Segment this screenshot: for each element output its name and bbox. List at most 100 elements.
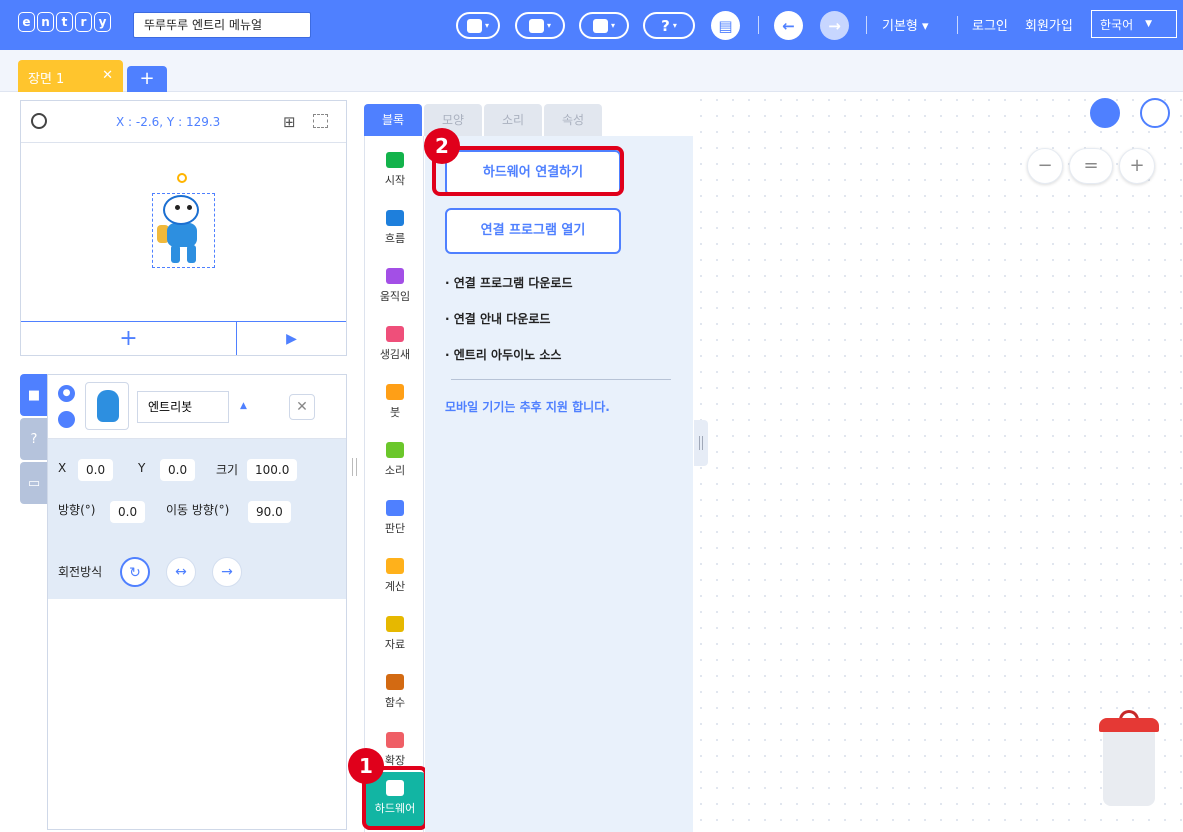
rotate-icon: ↻ <box>129 565 141 581</box>
category-sound[interactable]: 소리 <box>365 434 425 492</box>
visibility-icon[interactable]: ● <box>58 385 75 402</box>
save-button[interactable]: ▾ <box>579 12 629 39</box>
mode-select[interactable]: 기본형 ▾ <box>882 15 929 34</box>
arduino-source-link[interactable]: · 엔트리 아두이노 소스 <box>445 346 561 363</box>
add-object-button[interactable]: + <box>21 322 237 355</box>
play-button[interactable]: ▶ <box>237 322 346 355</box>
category-looks[interactable]: 생김새 <box>365 318 425 376</box>
comment-icon[interactable] <box>1090 98 1120 128</box>
x-input[interactable]: 0.0 <box>78 459 114 481</box>
sprite-part <box>163 195 199 225</box>
category-brush[interactable]: 붓 <box>365 376 425 434</box>
undo-button[interactable]: ← <box>774 11 803 40</box>
scene-tabs-bar: 장면 1 ✕ + <box>0 50 1183 92</box>
chevron-down-icon: ▾ <box>672 21 677 30</box>
project-title-input[interactable]: 뚜루뚜루 엔트리 메뉴얼 <box>133 12 311 38</box>
category-calc[interactable]: 계산 <box>365 550 425 608</box>
download-guide-link[interactable]: · 연결 안내 다운로드 <box>445 310 550 327</box>
new-project-button[interactable]: ▾ <box>515 12 565 39</box>
object-header: ● 엔트리봇 ▲ ✕ <box>48 375 346 439</box>
fullscreen-icon[interactable] <box>313 114 328 128</box>
divider <box>866 16 867 34</box>
rotate-free-button[interactable]: ↻ <box>120 557 150 587</box>
login-link[interactable]: 로그인 <box>972 15 1008 34</box>
object-icon: ■ <box>27 387 41 403</box>
category-function[interactable]: 함수 <box>365 666 425 724</box>
console-tab[interactable]: ▭ <box>20 462 48 504</box>
open-connection-program-button[interactable]: 연결 프로그램 열기 <box>445 208 621 254</box>
tab-blocks[interactable]: 블록 <box>364 104 422 136</box>
flag-icon <box>386 152 404 168</box>
y-input[interactable]: 0.0 <box>160 459 196 481</box>
object-thumbnail <box>85 382 129 430</box>
speed-icon[interactable] <box>31 113 47 129</box>
print-icon: ▤ <box>718 16 733 35</box>
console-icon: ▭ <box>27 475 41 491</box>
tab-properties[interactable]: 속성 <box>544 104 602 136</box>
divider <box>451 379 671 380</box>
add-scene-button[interactable]: + <box>127 66 167 92</box>
category-judgement[interactable]: 판단 <box>365 492 425 550</box>
sprite-part <box>187 205 192 210</box>
rotation-handle[interactable] <box>177 173 187 183</box>
scene-tab[interactable]: 장면 1 ✕ <box>18 60 123 92</box>
redo-button[interactable]: → <box>820 11 849 40</box>
horizontal-arrows-icon: ↔ <box>175 564 187 580</box>
speaker-icon <box>386 442 404 458</box>
close-icon[interactable]: ✕ <box>102 68 113 84</box>
size-input[interactable]: 100.0 <box>247 459 298 481</box>
lock-icon[interactable] <box>58 411 75 428</box>
block-menu-button[interactable]: ▾ <box>456 12 500 39</box>
divider <box>758 16 759 34</box>
entry-logo[interactable]: e n t r y <box>18 12 111 34</box>
block-tabs: 블록 모양 소리 속성 <box>364 104 602 136</box>
helper-tab[interactable]: ? <box>20 418 48 460</box>
entrybot-sprite[interactable] <box>157 195 209 265</box>
category-data[interactable]: 자료 <box>365 608 425 666</box>
trash-can-icon[interactable] <box>1095 710 1163 810</box>
category-motion[interactable]: 움직임 <box>365 260 425 318</box>
stage-panel: X : -2.6, Y : 129.3 ⊞ + ▶ <box>20 100 347 356</box>
chevron-down-icon: ▾ <box>484 21 489 30</box>
palette-resizer[interactable] <box>694 420 708 466</box>
category-start[interactable]: 시작 <box>365 144 425 202</box>
move-direction-label: 이동 방향(°) <box>166 503 230 517</box>
stage-canvas[interactable] <box>21 143 346 321</box>
signup-link[interactable]: 회원가입 <box>1025 15 1073 34</box>
object-panel: ● 엔트리봇 ▲ ✕ X 0.0 Y 0.0 크기 100.0 방향(°) 0.… <box>47 374 347 830</box>
rotate-horizontal-button[interactable]: ↔ <box>166 557 196 587</box>
expansion-icon <box>386 732 404 748</box>
print-button[interactable]: ▤ <box>711 11 740 40</box>
panel-resizer[interactable] <box>352 458 357 476</box>
language-select[interactable]: 한국어 ▼ <box>1091 10 1177 38</box>
object-tab[interactable]: ■ <box>20 374 48 416</box>
delete-object-button[interactable]: ✕ <box>289 394 315 420</box>
flow-icon <box>386 210 404 226</box>
category-label: 소리 <box>384 464 406 477</box>
collapse-icon[interactable]: ▲ <box>240 401 247 411</box>
zoom-out-button[interactable]: − <box>1027 148 1063 184</box>
block-icon <box>466 18 482 33</box>
logo-letter: e <box>18 12 35 32</box>
move-direction-input[interactable]: 90.0 <box>248 501 291 523</box>
logo-letter: t <box>56 12 73 32</box>
rotation-method-label: 회전방식 <box>58 565 103 579</box>
motion-icon <box>386 268 404 284</box>
mobile-support-note: 모바일 기기는 추후 지원 합니다. <box>445 400 610 414</box>
category-flow[interactable]: 흐름 <box>365 202 425 260</box>
zoom-reset-button[interactable]: = <box>1069 148 1113 184</box>
backpack-icon[interactable] <box>1140 98 1170 128</box>
help-button[interactable]: ? ▾ <box>643 12 695 39</box>
grid-icon[interactable]: ⊞ <box>283 113 296 131</box>
download-program-link[interactable]: · 연결 프로그램 다운로드 <box>445 274 573 291</box>
tab-sounds[interactable]: 소리 <box>484 104 542 136</box>
sprite-part <box>167 223 197 247</box>
rotate-none-button[interactable]: → <box>212 557 242 587</box>
object-name-input[interactable]: 엔트리봇 <box>137 391 229 423</box>
category-label: 흐름 <box>384 232 406 245</box>
undo-icon: ← <box>782 16 795 35</box>
direction-input[interactable]: 0.0 <box>110 501 146 523</box>
stage-controls: + ▶ <box>21 321 346 355</box>
category-label: 자료 <box>384 638 406 651</box>
zoom-in-button[interactable]: + <box>1119 148 1155 184</box>
